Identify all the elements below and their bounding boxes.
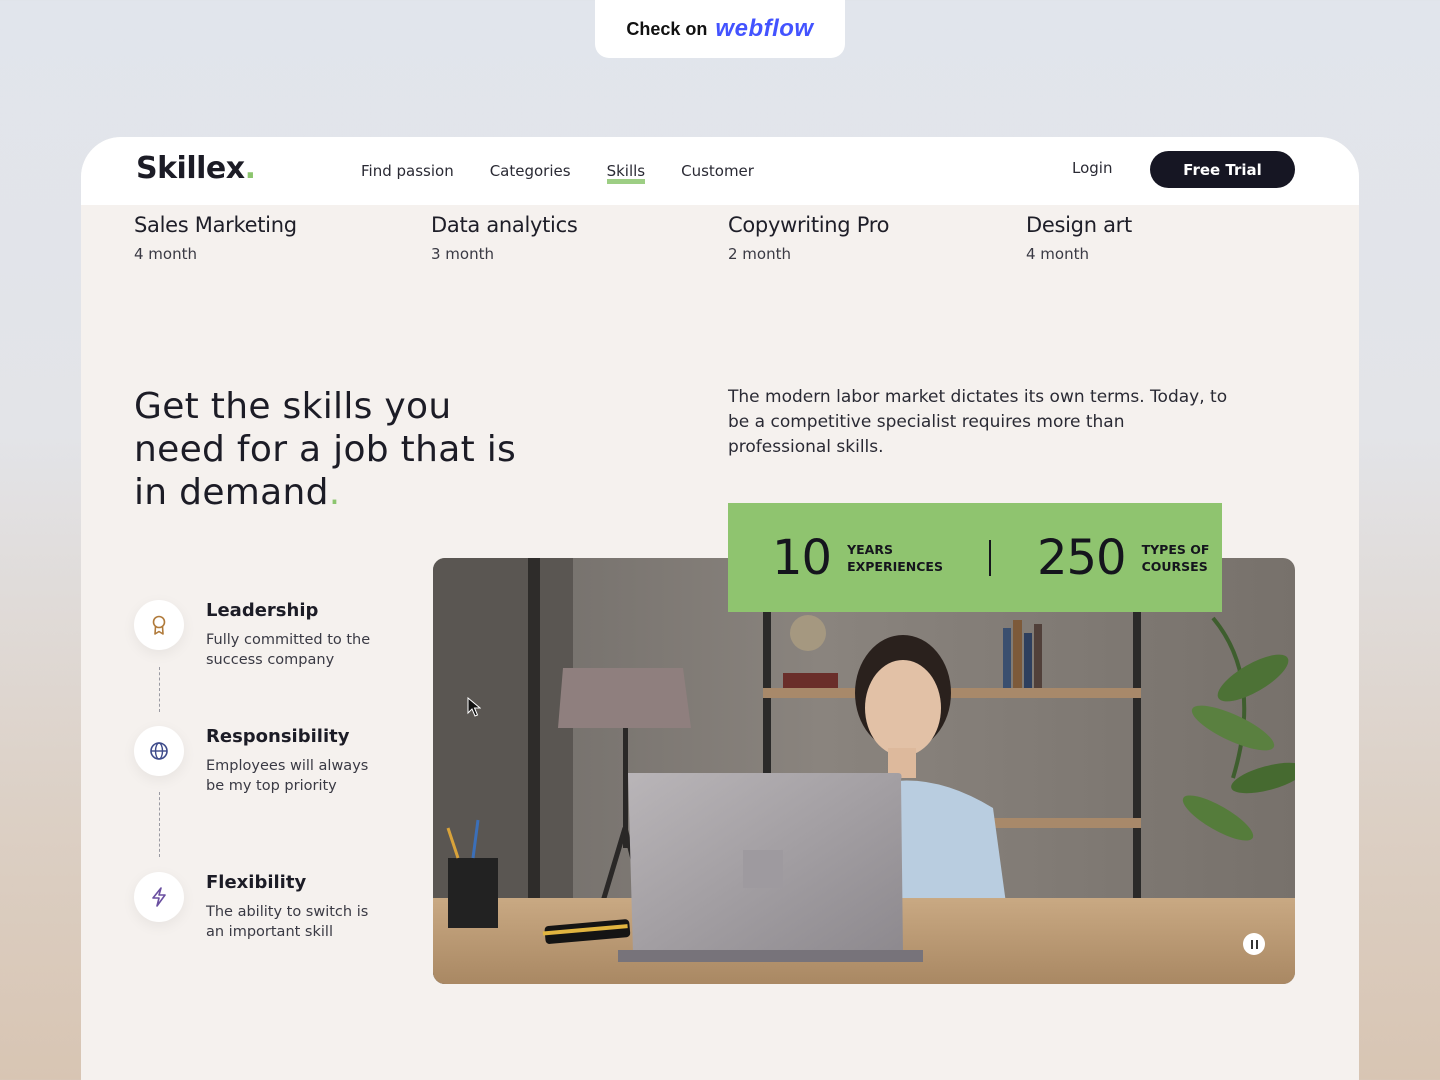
feature-title: Responsibility [206,726,350,747]
stat-label-line: TYPES OF [1141,541,1210,557]
course-item[interactable]: Data analytics 3 month [431,213,578,263]
stat-divider [988,539,991,576]
main-menu: Find passion Categories Skills Customer [361,137,754,205]
badge-prefix: Check on [626,18,708,39]
bolt-icon [134,872,184,922]
feature-desc: Fully committed to the success company [206,632,371,668]
feature-desc: Employees will always be my top priority [206,758,369,794]
stat-number: 10 [772,529,832,586]
pause-bar [1250,939,1253,949]
feature-connector [159,792,160,857]
feature-connector [159,667,160,712]
nav-skills[interactable]: Skills [606,162,645,184]
stat-label-line: EXPERIENCES [847,558,943,574]
nav-find-passion[interactable]: Find passion [361,162,454,180]
award-icon-glyph [152,615,166,635]
globe-icon [134,726,184,776]
course-item[interactable]: Copywriting Pro 2 month [728,213,889,263]
bolt-icon-glyph [152,887,166,907]
course-duration: 3 month [431,245,494,263]
free-trial-button[interactable]: Free Trial [1150,151,1295,188]
video-frame-illustration [433,558,1295,984]
globe-icon-glyph [150,742,168,760]
stat-label-line: COURSES [1141,558,1208,574]
nav-categories[interactable]: Categories [490,162,571,180]
course-duration: 4 month [134,245,197,263]
stat-number: 250 [1036,529,1127,586]
nav-customer[interactable]: Customer [681,162,754,180]
site-frame: Skillex. Find passion Categories Skills … [81,137,1359,1080]
pause-button[interactable] [1243,933,1265,955]
webflow-logo: webflow [715,15,814,42]
course-duration: 2 month [728,245,791,263]
stat-label: YEARS EXPERIENCES [847,541,943,575]
webflow-badge[interactable]: Check on webflow [595,0,845,58]
course-item[interactable]: Design art 4 month [1026,213,1132,263]
stat-courses: 250 TYPES OF COURSES [1037,530,1209,586]
stat-label-line: YEARS [847,541,893,557]
login-link[interactable]: Login [1072,159,1112,177]
stats-panel: 10 YEARS EXPERIENCES 250 TYPES OF COURSE… [728,503,1222,612]
stat-label: TYPES OF COURSES [1142,541,1210,575]
feature-desc: The ability to switch is an important sk… [206,904,369,940]
skillex-logo[interactable]: Skillex. [136,151,256,186]
course-name: Design art [1026,213,1132,237]
stat-years: 10 YEARS EXPERIENCES [772,530,943,586]
course-duration: 4 month [1026,245,1089,263]
course-name: Data analytics [431,213,578,237]
course-name: Copywriting Pro [728,213,890,237]
hero-video[interactable] [433,558,1295,984]
course-item[interactable]: Sales Marketing 4 month [134,213,297,263]
logo-text: Skillex [136,151,245,186]
feature-title: Flexibility [206,872,307,893]
mouse-cursor-icon [467,697,481,717]
course-name: Sales Marketing [134,213,297,237]
hero-intro: The modern labor market dictates its own… [728,387,1228,457]
headline-text: Get the skills you need for a job that i… [134,386,517,513]
hero-headline: Get the skills you need for a job that i… [134,385,554,514]
headline-dot: . [328,472,341,513]
feature-title: Leadership [206,600,319,621]
pause-bar [1255,939,1258,949]
award-icon [134,600,184,650]
navbar: Skillex. Find passion Categories Skills … [81,137,1359,205]
logo-dot: . [244,151,256,186]
